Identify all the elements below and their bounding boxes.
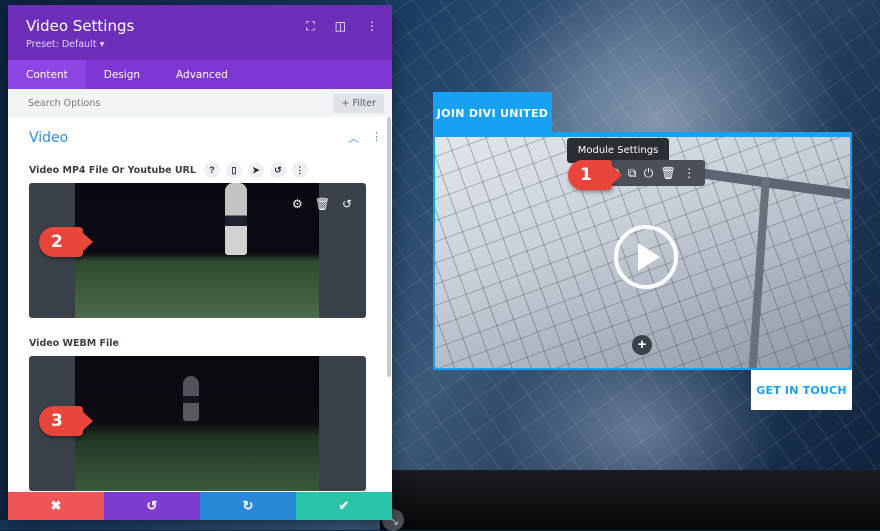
tab-content[interactable]: Content [8,60,86,89]
mp4-field: Video MP4 File Or Youtube URL ? ▯ ➤ ↺ ⋮ … [29,159,382,318]
hover-cursor-icon[interactable]: ➤ [247,162,264,178]
play-button[interactable] [614,225,678,289]
search-row: + Filter [8,89,392,117]
more-vertical-icon[interactable]: ⋮ [683,166,695,180]
reset-icon[interactable]: ↺ [342,197,352,211]
duplicate-icon[interactable]: ⧉ [628,166,637,181]
callout-marker-2: 2 [39,227,93,257]
focus-icon[interactable]: ⛶ [306,19,314,34]
get-in-touch-button[interactable]: GET IN TOUCH [751,370,852,410]
power-icon[interactable]: ⏻ [644,166,654,181]
video-thumbnail [75,356,319,491]
help-icon[interactable]: ? [203,162,220,178]
webm-video-preview[interactable]: 3 [29,356,366,491]
callout-marker-1: 1 [568,160,622,190]
panel-header: Video Settings Preset: Default ▾ ⛶ ◫ ⋮ [8,5,392,60]
join-divi-united-tab[interactable]: JOIN DIVI UNITED [433,92,552,134]
redo-button[interactable]: ↻ [200,492,296,520]
mp4-video-preview[interactable]: ⚙ 🗑 ↺ 2 [29,183,366,318]
filter-button[interactable]: + Filter [333,93,384,113]
trash-icon[interactable]: 🗑 [315,197,330,211]
play-icon [638,243,660,271]
background-floor [380,470,880,530]
panel-tabs: Content Design Advanced [8,60,392,89]
player-figure [225,183,247,255]
field-label: Video WEBM File [29,337,119,349]
tab-design[interactable]: Design [86,60,158,89]
chevron-up-icon[interactable]: ︿ [348,130,359,146]
mobile-icon[interactable]: ▯ [225,162,242,178]
video-section: Video ︿ ⋮ Video MP4 File Or Youtube URL … [8,117,392,491]
more-vertical-icon[interactable]: ⋮ [366,19,378,34]
section-title: Video [29,130,69,146]
player-figure [183,376,199,421]
save-button[interactable]: ✔ [296,492,392,520]
more-vertical-icon[interactable]: ⋮ [371,130,382,146]
search-options-input[interactable] [28,97,228,109]
video-thumbnail [75,183,319,318]
field-label: Video MP4 File Or Youtube URL [29,164,196,176]
trash-icon[interactable]: 🗑 [661,166,676,180]
reset-icon[interactable]: ↺ [269,162,286,178]
add-module-button[interactable]: + [632,335,652,355]
webm-field: Video WEBM File 3 [29,332,382,491]
undo-button[interactable]: ↺ [104,492,200,520]
tab-advanced[interactable]: Advanced [158,60,246,89]
panel-footer: ✖ ↺ ↻ ✔ [8,492,392,520]
callout-marker-3: 3 [39,406,93,436]
cancel-button[interactable]: ✖ [8,492,104,520]
video-settings-panel: Video Settings Preset: Default ▾ ⛶ ◫ ⋮ C… [8,5,392,520]
panel-scrollbar[interactable] [387,117,391,377]
preset-dropdown[interactable]: Preset: Default ▾ [26,39,392,50]
split-view-icon[interactable]: ◫ [335,19,346,34]
gear-icon[interactable]: ⚙ [292,197,303,211]
more-vertical-icon[interactable]: ⋮ [291,162,308,178]
